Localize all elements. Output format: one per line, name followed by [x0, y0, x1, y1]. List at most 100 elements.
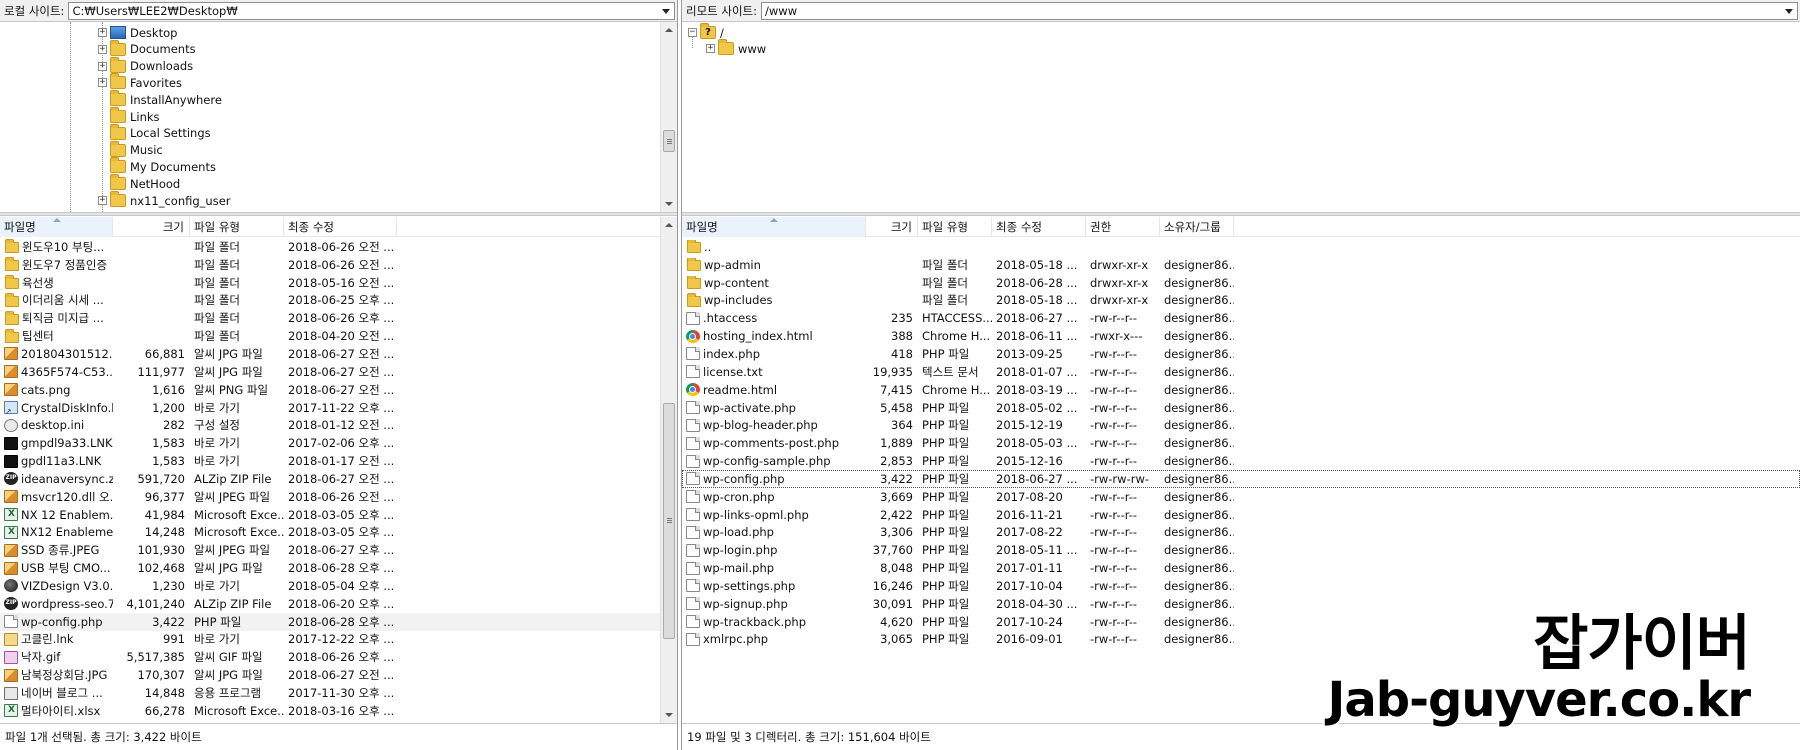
file-row[interactable]: gmpdl9a33.LNK 1,583 바로 가기 2017-02-06 오후 ...	[0, 434, 660, 452]
file-owner: designer86...	[1164, 596, 1234, 611]
column-header-type[interactable]: 파일 유형	[190, 217, 284, 237]
local-site-path-combo[interactable]: C:₩Users₩LEE2₩Desktop₩	[68, 1, 675, 20]
file-row[interactable]: index.php 418 PHP 파일 2013-09-25 -rw-r--r-- de…	[682, 345, 1800, 363]
file-row[interactable]: wp-includes 파일 폴더 2018-05-18 ... drwxr-xr-x…	[682, 292, 1800, 310]
file-row[interactable]: msvcr120.dll 오... 96,377 알씨 JPEG 파일 2018-06…	[0, 488, 660, 506]
chevron-down-icon[interactable]	[1785, 8, 1793, 14]
file-row[interactable]: SSD 종류.JPEG 101,930 알씨 JPEG 파일 2018-06-27 오…	[0, 541, 660, 559]
file-row[interactable]: wp-mail.php 8,048 PHP 파일 2017-01-11 -rw-r--r…	[682, 559, 1800, 577]
file-row[interactable]: 육선생 파일 폴더 2018-05-16 오전 ...	[0, 274, 660, 292]
file-row[interactable]: 윈도우10 부팅... 파일 폴더 2018-06-26 오전 ...	[0, 238, 660, 256]
file-row[interactable]: license.txt 19,935 텍스트 문서 2018-01-07 ... -rw…	[682, 363, 1800, 381]
tree-item[interactable]: My Documents	[98, 157, 216, 175]
file-row[interactable]: cats.png 1,616 알씨 PNG 파일 2018-06-27 오전 ...	[0, 381, 660, 399]
column-header-size[interactable]: 크기	[866, 217, 918, 237]
file-row[interactable]: 네이버 블로그 ... 14,848 응용 프로그램 2017-11-30 오후 ..…	[0, 684, 660, 702]
local-directory-tree[interactable]: + Desktop + Documents + Downloads + Favorites In…	[0, 22, 660, 212]
local-file-list[interactable]: 파일명 크기 파일 유형 최종 수정 윈도우10 부팅... 파일 폴더 2018-06-…	[0, 217, 660, 723]
file-row[interactable]: 4365F574-C53... 111,977 알씨 JPG 파일 2018-06-2…	[0, 363, 660, 381]
tree-item[interactable]: NetHood	[98, 174, 180, 192]
expand-toggle-icon[interactable]: +	[98, 44, 107, 54]
scroll-up-arrow-icon[interactable]	[665, 223, 673, 227]
file-row[interactable]: 남북정상회담.JPG 170,307 알씨 JPG 파일 2018-06-27 오전 …	[0, 666, 660, 684]
column-header-name[interactable]: 파일명	[0, 217, 113, 237]
file-row[interactable]: 이더리움 시세 ... 파일 폴더 2018-06-25 오후 ...	[0, 292, 660, 310]
tree-item[interactable]: InstallAnywhere	[98, 90, 222, 108]
file-row[interactable]: wp-content 파일 폴더 2018-06-28 ... drwxr-xr-x d…	[682, 274, 1800, 292]
file-type: 알씨 PNG 파일	[194, 382, 269, 397]
expand-toggle-icon[interactable]: +	[98, 61, 107, 71]
scroll-down-arrow-icon[interactable]	[665, 713, 673, 717]
scroll-up-arrow-icon[interactable]	[665, 28, 673, 32]
file-row[interactable]: NX 12 Enablem... 41,984 Microsoft Exce... 2…	[0, 506, 660, 524]
expand-toggle-icon[interactable]: +	[98, 78, 107, 88]
tree-item[interactable]: Local Settings	[98, 123, 211, 142]
file-row[interactable]: ZIPwordpress-seo.7.... 4,101,240 ALZip ZIP…	[0, 595, 660, 613]
file-row[interactable]: USB 부팅 CMO... 102,468 알씨 JPG 파일 2018-06-28 …	[0, 559, 660, 577]
file-modified: 2013-09-25	[996, 346, 1063, 361]
file-row[interactable]: wp-config-sample.php 2,853 PHP 파일 2015-12-1…	[682, 452, 1800, 470]
file-row[interactable]: 201804301512... 66,881 알씨 JPG 파일 2018-06-27…	[0, 345, 660, 363]
file-row[interactable]: wp-admin 파일 폴더 2018-05-18 ... drwxr-xr-x des…	[682, 256, 1800, 274]
file-row[interactable]: 낙자.gif 5,517,385 알씨 GIF 파일 2018-06-26 오후 ..…	[0, 648, 660, 666]
remote-pane-splitter[interactable]	[682, 212, 1800, 216]
remote-site-path-combo[interactable]: /www	[761, 1, 1798, 20]
tree-item[interactable]: + Documents	[98, 39, 196, 58]
tree-item[interactable]: + Favorites	[98, 73, 182, 91]
local-list-scrollbar[interactable]	[660, 217, 677, 723]
file-row[interactable]: CrystalDiskInfo.l... 1,200 바로 가기 2017-11-22…	[0, 399, 660, 417]
file-row[interactable]: .htaccess 235 HTACCESS... 2018-06-27 ... -rw…	[682, 309, 1800, 327]
column-header-modified[interactable]: 최종 수정	[284, 217, 397, 237]
local-tree-scroll-thumb[interactable]	[663, 130, 675, 152]
expand-toggle-icon[interactable]: +	[98, 196, 107, 205]
watermark-url: Jab-guyver.co.kr	[1325, 670, 1753, 730]
file-row[interactable]: readme.html 7,415 Chrome H... 2018-03-19 ..…	[682, 381, 1800, 399]
tree-item[interactable]: Links	[98, 107, 160, 125]
file-row[interactable]: NX12 Enableme... 14,248 Microsoft Exce... 2…	[0, 524, 660, 542]
file-type: PHP 파일	[922, 489, 970, 504]
file-row[interactable]: 퇴직금 미지급 ... 파일 폴더 2018-06-26 오후 ...	[0, 309, 660, 327]
file-row[interactable]: 고클린.lnk 991 바로 가기 2017-12-22 오후 ...	[0, 631, 660, 649]
file-row[interactable]: VIZDesign V3.0.... 1,230 바로 가기 2018-05-04 오…	[0, 577, 660, 595]
tree-item[interactable]: + www	[706, 39, 766, 57]
chevron-down-icon[interactable]	[662, 8, 670, 14]
expand-toggle-icon[interactable]: −	[688, 28, 697, 37]
file-row[interactable]: 윈도우7 정품인증 파일 폴더 2018-06-26 오전 ...	[0, 256, 660, 274]
file-row[interactable]: wp-settings.php 16,246 PHP 파일 2017-10-04 -rw…	[682, 577, 1800, 595]
file-perm: -rw-r--r--	[1090, 614, 1138, 629]
file-row[interactable]: ZIPideanaversync.zip 591,720 ALZip ZIP Fil…	[0, 470, 660, 488]
tree-item[interactable]: + nx11_config_user	[98, 191, 231, 209]
file-row[interactable]: wp-comments-post.php 1,889 PHP 파일 2018-05-0…	[682, 434, 1800, 452]
column-header-name[interactable]: 파일명	[682, 217, 866, 237]
local-tree-scrollbar[interactable]	[660, 22, 677, 212]
tree-item[interactable]: Music	[98, 140, 163, 159]
tree-item[interactable]: + Desktop	[98, 24, 177, 41]
column-header-owner[interactable]: 소유자/그룹	[1160, 217, 1234, 237]
file-row[interactable]: 팁센터 파일 폴더 2018-04-20 오전 ...	[0, 327, 660, 345]
file-row[interactable]: wp-activate.php 5,458 PHP 파일 2018-05-02 ...…	[682, 399, 1800, 417]
column-header-modified[interactable]: 최종 수정	[992, 217, 1086, 237]
file-row[interactable]: wp-config.php 3,422 PHP 파일 2018-06-27 ... -r…	[682, 469, 1800, 488]
file-row[interactable]: gpdl11a3.LNK 1,583 바로 가기 2018-01-17 오전 ...	[0, 452, 660, 470]
file-row[interactable]: hosting_index.html 388 Chrome H... 2018-06-…	[682, 327, 1800, 345]
file-row[interactable]: 멀타아이티.xlsx 66,278 Microsoft Exce... 2018-03…	[0, 702, 660, 720]
file-row[interactable]: wp-blog-header.php 364 PHP 파일 2015-12-19 -rw…	[682, 416, 1800, 434]
local-list-scroll-thumb[interactable]	[663, 403, 675, 639]
local-pane-splitter[interactable]	[0, 212, 677, 216]
file-row[interactable]: ..	[682, 238, 1800, 256]
expand-toggle-icon[interactable]: +	[706, 44, 715, 53]
file-row[interactable]: wp-login.php 37,760 PHP 파일 2018-05-11 ... -r…	[682, 541, 1800, 559]
remote-directory-tree[interactable]: −? / + www	[682, 22, 1800, 212]
column-header-perm[interactable]: 권한	[1086, 217, 1160, 237]
tree-item[interactable]: + Downloads	[98, 56, 193, 75]
column-header-size[interactable]: 크기	[113, 217, 190, 237]
file-row[interactable]: wp-cron.php 3,669 PHP 파일 2017-08-20 -rw-r--r…	[682, 488, 1800, 506]
scroll-down-arrow-icon[interactable]	[665, 202, 673, 206]
file-name: .htaccess	[682, 311, 866, 325]
file-row[interactable]: wp-load.php 3,306 PHP 파일 2017-08-22 -rw-r--r…	[682, 524, 1800, 542]
file-row[interactable]: wp-config.php 3,422 PHP 파일 2018-06-28 오후 ..…	[0, 612, 660, 631]
file-row[interactable]: desktop.ini 282 구성 설정 2018-01-12 오전 ...	[0, 416, 660, 434]
file-row[interactable]: wp-links-opml.php 2,422 PHP 파일 2016-11-21 -r…	[682, 506, 1800, 524]
expand-toggle-icon[interactable]: +	[98, 28, 107, 37]
column-header-type[interactable]: 파일 유형	[918, 217, 992, 237]
